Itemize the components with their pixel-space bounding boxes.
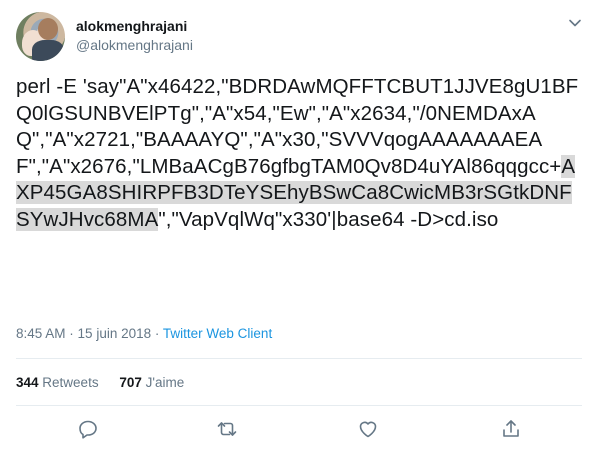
heart-icon[interactable] xyxy=(357,418,379,440)
share-icon[interactable] xyxy=(500,418,522,440)
tweet-stats: 344 Retweets 707 J'aime xyxy=(16,375,201,390)
retweet-icon[interactable] xyxy=(216,418,238,440)
tweet-actions xyxy=(0,418,598,448)
meta-separator: · xyxy=(154,326,160,341)
chevron-down-icon[interactable] xyxy=(568,16,582,30)
tweet-meta: 8:45 AM · 15 juin 2018 · Twitter Web Cli… xyxy=(16,326,273,341)
retweets-count: 344 xyxy=(16,375,39,390)
reply-icon[interactable] xyxy=(77,418,99,440)
retweets-label: Retweets xyxy=(42,375,99,390)
tweet-text-part: ","VapVqlWq"x330'|base64 -D>cd.iso xyxy=(158,207,499,231)
tweet-time[interactable]: 8:45 AM xyxy=(16,326,66,341)
tweet-date[interactable]: 15 juin 2018 xyxy=(78,326,152,341)
tweet-header: alokmenghrajani @alokmenghrajani xyxy=(16,10,586,62)
divider xyxy=(16,358,582,359)
user-name[interactable]: alokmenghrajani xyxy=(76,18,187,34)
likes-stat[interactable]: 707 J'aime xyxy=(119,375,184,390)
tweet-text-part: perl -E 'say"A"x46422,"BDRDAwMQFFTCBUT1J… xyxy=(16,75,579,178)
avatar[interactable] xyxy=(16,12,65,61)
client-link[interactable]: Twitter Web Client xyxy=(163,326,272,341)
divider xyxy=(16,405,582,406)
retweets-stat[interactable]: 344 Retweets xyxy=(16,375,99,390)
likes-count: 707 xyxy=(119,375,142,390)
tweet-text: perl -E 'say"A"x46422,"BDRDAwMQFFTCBUT1J… xyxy=(16,74,582,233)
likes-label: J'aime xyxy=(145,375,185,390)
user-handle[interactable]: @alokmenghrajani xyxy=(76,37,193,53)
